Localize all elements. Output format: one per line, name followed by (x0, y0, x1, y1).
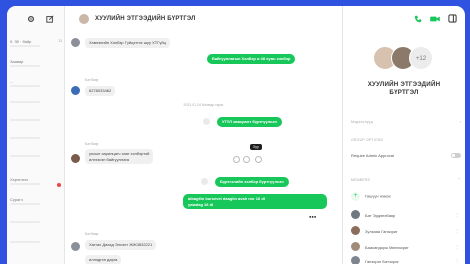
gear-icon[interactable] (27, 15, 35, 23)
group-avatars: +12 (373, 44, 443, 72)
approval-option: Require Admin Approval (351, 153, 394, 158)
outgoing-message: albagiiin bursevel daagiin avah nor 16 d… (183, 194, 327, 209)
conversation-list: 9. 35 · байр 13 Заавар ... Хэрэглэгч Сура… (7, 6, 65, 264)
chevron-up-icon[interactable]: ⌃ (458, 177, 461, 182)
message-bubble: улсын харилцагч хаяг хэлбэртэй илгээсэн … (85, 149, 154, 164)
message-bubble: Хатгах Дахад Элсэлт ЖЖ3832221 (85, 240, 157, 250)
sender-name: Батбаяр (85, 142, 99, 146)
reaction-icon[interactable] (243, 156, 250, 163)
section-label: MEMBERS (351, 178, 371, 182)
avatar[interactable] (71, 38, 80, 47)
more-icon[interactable]: ⋮ (455, 228, 459, 233)
unread-badge (57, 183, 61, 187)
outgoing-message: Бүртгэлийн хэлбэр бүртгүүлсэн (215, 177, 289, 187)
message-bubble: 6278033462 (85, 86, 116, 96)
message-bubble: иллэдгэн дарга (85, 255, 122, 264)
tooltip: Хуу (250, 144, 262, 150)
more-icon[interactable]: ⋮ (455, 244, 459, 249)
sender-name: Батбаяр (85, 232, 99, 236)
info-toolbar (343, 6, 465, 32)
video-icon[interactable] (430, 10, 440, 28)
chevron-right-icon[interactable]: › (460, 119, 461, 124)
list-item[interactable] (7, 150, 65, 166)
add-member-button[interactable]: + Гишүүн нэмэх (351, 192, 463, 201)
lock-icon (203, 118, 210, 125)
list-toolbar (7, 6, 64, 32)
list-item[interactable]: Заавар (7, 56, 65, 72)
reaction-icon[interactable]: ●●● (309, 214, 316, 219)
list-item[interactable] (7, 96, 65, 112)
list-item[interactable] (7, 132, 65, 148)
group-avatar[interactable] (79, 14, 89, 24)
list-item[interactable] (7, 216, 65, 232)
chat-title: ХУУЛИЙН ЭТГЭЭДИЙН БҮРТГЭЛ (95, 16, 196, 22)
phone-icon[interactable] (414, 10, 422, 28)
avatar (351, 242, 360, 251)
outgoing-message: УТҮЛ хавсралт бүртгүүлсэн (217, 117, 282, 127)
more-icon[interactable] (255, 156, 262, 163)
avatar[interactable] (71, 154, 80, 163)
reply-icon[interactable] (233, 156, 240, 163)
group-name: ХУУЛИЙН ЭТГЭЭДИЙН БҮРТГЭЛ (367, 81, 441, 96)
approval-toggle[interactable] (451, 153, 461, 158)
more-icon[interactable]: ⋮ (455, 212, 459, 217)
member-row[interactable]: Зулзаяа Ганзориг ⋮ (351, 226, 463, 236)
lock-icon (201, 178, 208, 185)
avatar[interactable] (71, 242, 80, 251)
member-row[interactable]: Ганзориг Батзориг ⋮ (351, 256, 463, 264)
date-separator: 2023.01.24 Мягмар гараг (183, 103, 224, 107)
section-label: Мэдээллүүд (351, 120, 373, 124)
plus-icon: + (351, 192, 360, 201)
list-item[interactable] (7, 114, 65, 130)
member-row[interactable]: Бат Эрдэнэбаяр ⋮ (351, 210, 463, 220)
section-label: GROUP OPTIONS (351, 138, 384, 142)
message-bubble: Хэвлэлийн Хэлбэр Гүйцэтгэх шуу ХТГүйц (85, 38, 170, 48)
group-info-panel: +12 ХУУЛИЙН ЭТГЭЭДИЙН БҮРТГЭЛ Мэдээллүүд… (343, 6, 465, 264)
more-icon[interactable]: ⋮ (455, 258, 459, 263)
avatar (351, 226, 360, 235)
member-row[interactable]: Баасандорж Мөнхзориг ⋮ (351, 242, 463, 252)
sender-name: Батбаяр (85, 78, 99, 82)
app-window: 9. 35 · байр 13 Заавар ... Хэрэглэгч Сура… (7, 6, 465, 264)
avatar[interactable] (71, 86, 80, 95)
chat-header: ХУУЛИЙН ЭТГЭЭДИЙН БҮРТГЭЛ (65, 6, 342, 32)
list-item[interactable] (7, 236, 65, 252)
list-item[interactable]: ... (7, 76, 65, 92)
outgoing-message: Байгууллагын Хэлбэр и 48 хувь хэлбэр (207, 54, 296, 64)
list-item[interactable]: 9. 35 · байр 13 (7, 36, 65, 52)
chat-panel: ХУУЛИЙН ЭТГЭЭДИЙН БҮРТГЭЛ Хэвлэлийн Хэлб… (65, 6, 343, 264)
avatar (351, 256, 360, 264)
extra-members-count: +12 (409, 46, 433, 70)
avatar (351, 210, 360, 219)
list-item[interactable]: Сурагч (7, 194, 65, 210)
list-item[interactable]: Хэрэглэгч (7, 174, 65, 190)
info-icon[interactable] (448, 10, 457, 28)
compose-icon[interactable] (46, 15, 54, 23)
